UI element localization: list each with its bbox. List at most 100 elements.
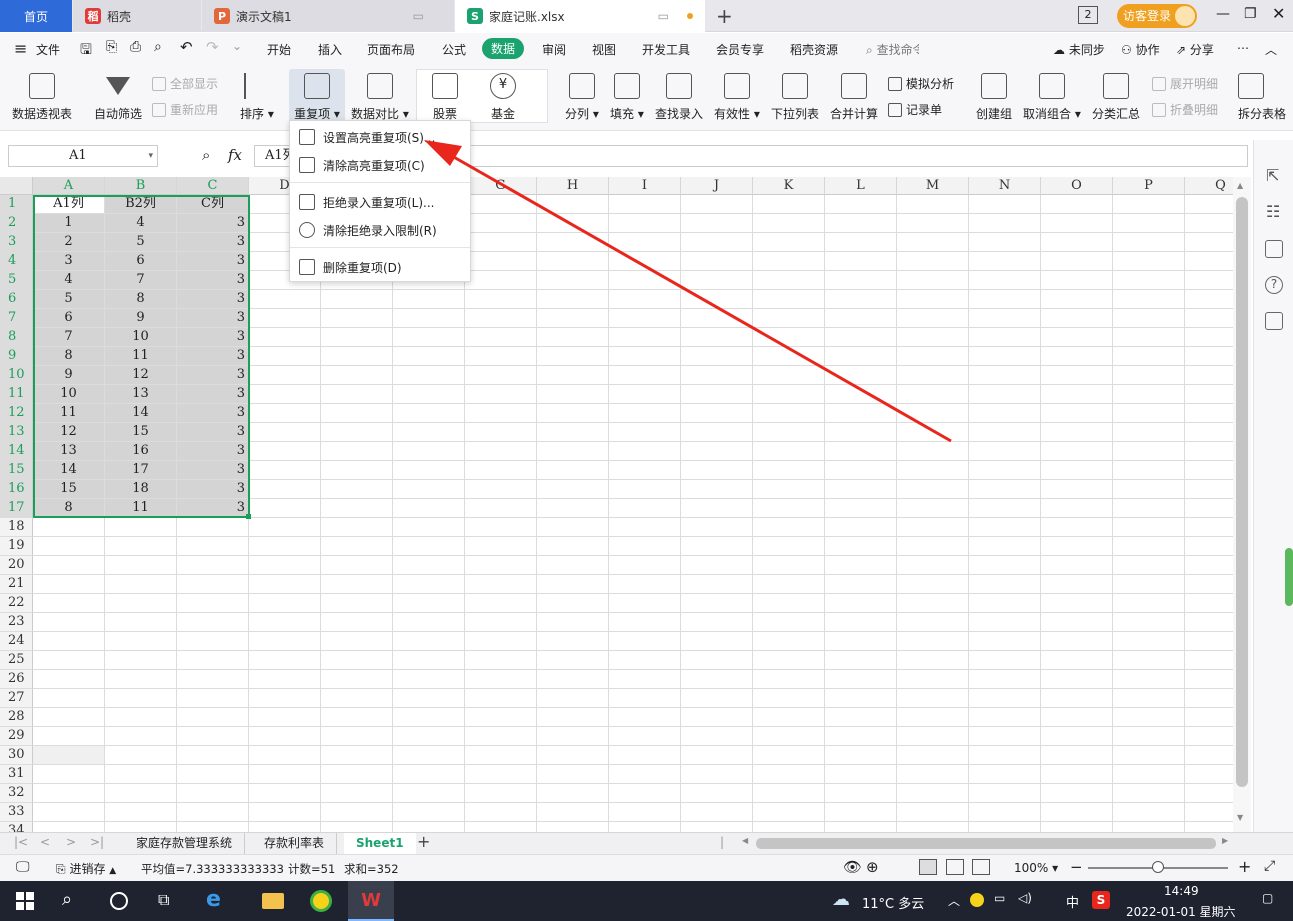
backup-button[interactable]: ⎘ 进销存 ▲ — [56, 860, 116, 877]
cell[interactable] — [609, 442, 681, 461]
cell[interactable] — [1185, 461, 1233, 480]
cell[interactable] — [465, 746, 537, 765]
cell[interactable] — [393, 822, 465, 832]
expand-detail-button[interactable]: 展开明细 — [1152, 75, 1218, 92]
cell[interactable] — [825, 613, 897, 632]
data-compare-button[interactable]: 数据对比 ▾ — [351, 73, 409, 122]
cell[interactable] — [393, 328, 465, 347]
cell[interactable] — [1113, 423, 1185, 442]
column-header[interactable]: G — [465, 177, 537, 195]
cell[interactable] — [969, 575, 1041, 594]
cell[interactable] — [825, 347, 897, 366]
create-group-button[interactable]: 创建组 — [976, 73, 1012, 122]
menu-vip[interactable]: 会员专享 — [716, 41, 764, 58]
cell[interactable] — [1113, 290, 1185, 309]
cell[interactable] — [1113, 803, 1185, 822]
cell[interactable] — [33, 822, 105, 832]
clock-time[interactable]: 14:49 — [1164, 884, 1199, 898]
cell[interactable] — [321, 328, 393, 347]
cell[interactable]: 1 — [33, 214, 105, 233]
cell[interactable] — [609, 784, 681, 803]
cell[interactable] — [825, 670, 897, 689]
cell[interactable] — [969, 347, 1041, 366]
cell[interactable] — [1041, 632, 1113, 651]
cell[interactable] — [321, 689, 393, 708]
simulate-button[interactable]: 模拟分析 — [888, 75, 954, 92]
set-highlight-duplicates-item[interactable]: 设置高亮重复项(S)... — [290, 124, 470, 150]
cell[interactable] — [753, 708, 825, 727]
cell[interactable] — [969, 594, 1041, 613]
cell[interactable] — [1041, 746, 1113, 765]
h-scroll-prev-icon[interactable]: ◀ — [742, 836, 748, 845]
cell[interactable] — [969, 480, 1041, 499]
cell[interactable] — [609, 404, 681, 423]
cell[interactable] — [1113, 784, 1185, 803]
cell[interactable] — [825, 290, 897, 309]
cell[interactable] — [321, 556, 393, 575]
cell[interactable] — [753, 651, 825, 670]
cell[interactable]: 3 — [177, 366, 249, 385]
copy-icon[interactable] — [1265, 240, 1283, 258]
cell[interactable] — [1185, 195, 1233, 214]
cell[interactable]: 3 — [177, 290, 249, 309]
row-header[interactable]: 12 — [0, 404, 33, 423]
cell[interactable] — [537, 765, 609, 784]
cell[interactable] — [249, 499, 321, 518]
cell[interactable] — [969, 214, 1041, 233]
cell[interactable] — [1185, 594, 1233, 613]
cell[interactable] — [537, 613, 609, 632]
cell[interactable] — [1185, 822, 1233, 832]
cell[interactable] — [897, 689, 969, 708]
reapply-button[interactable]: 重新应用 — [152, 101, 218, 118]
lookup-entry-button[interactable]: 查找录入 — [655, 73, 703, 122]
cell[interactable] — [1185, 537, 1233, 556]
row-header[interactable]: 1 — [0, 195, 33, 214]
menu-review[interactable]: 审阅 — [542, 41, 566, 58]
cell[interactable] — [465, 233, 537, 252]
horizontal-scrollbar[interactable] — [756, 838, 1216, 849]
cell[interactable] — [753, 689, 825, 708]
book-view-icon[interactable] — [972, 859, 990, 875]
cell[interactable] — [681, 746, 753, 765]
cell[interactable] — [321, 423, 393, 442]
cell[interactable] — [537, 385, 609, 404]
fx-button[interactable]: fx — [228, 146, 242, 164]
cell[interactable] — [825, 385, 897, 404]
cell[interactable] — [1185, 575, 1233, 594]
cell[interactable] — [249, 309, 321, 328]
column-header[interactable]: O — [1041, 177, 1113, 195]
cell[interactable] — [537, 214, 609, 233]
zoom-icon[interactable]: ⌕ — [202, 146, 210, 164]
cell[interactable] — [1113, 328, 1185, 347]
collapse-ribbon-icon[interactable]: ︿ — [1265, 41, 1277, 58]
cell[interactable] — [825, 309, 897, 328]
cell[interactable] — [1113, 252, 1185, 271]
task-view-icon[interactable]: ⧉ — [158, 890, 169, 910]
cell[interactable] — [465, 499, 537, 518]
cell[interactable] — [33, 537, 105, 556]
cell[interactable] — [249, 385, 321, 404]
cell[interactable] — [249, 613, 321, 632]
cell[interactable] — [1185, 803, 1233, 822]
cell[interactable] — [105, 765, 177, 784]
cell[interactable]: 15 — [33, 480, 105, 499]
row-header[interactable]: 17 — [0, 499, 33, 518]
cell[interactable] — [537, 461, 609, 480]
cell[interactable] — [249, 328, 321, 347]
cell[interactable] — [393, 575, 465, 594]
tab-home[interactable]: 首页 — [0, 0, 72, 32]
cell[interactable] — [1113, 613, 1185, 632]
cell[interactable] — [465, 309, 537, 328]
row-header[interactable]: 9 — [0, 347, 33, 366]
cell[interactable] — [1113, 632, 1185, 651]
search-icon[interactable]: ⌕ — [62, 889, 72, 910]
cell[interactable] — [1185, 613, 1233, 632]
screen-icon[interactable]: 🖵 — [16, 859, 30, 875]
cell[interactable] — [1041, 214, 1113, 233]
cell[interactable] — [1185, 233, 1233, 252]
row-header[interactable]: 23 — [0, 613, 33, 632]
cell[interactable] — [321, 404, 393, 423]
cell[interactable] — [1185, 784, 1233, 803]
stock-button[interactable]: 股票 — [432, 73, 458, 122]
cell[interactable] — [825, 404, 897, 423]
